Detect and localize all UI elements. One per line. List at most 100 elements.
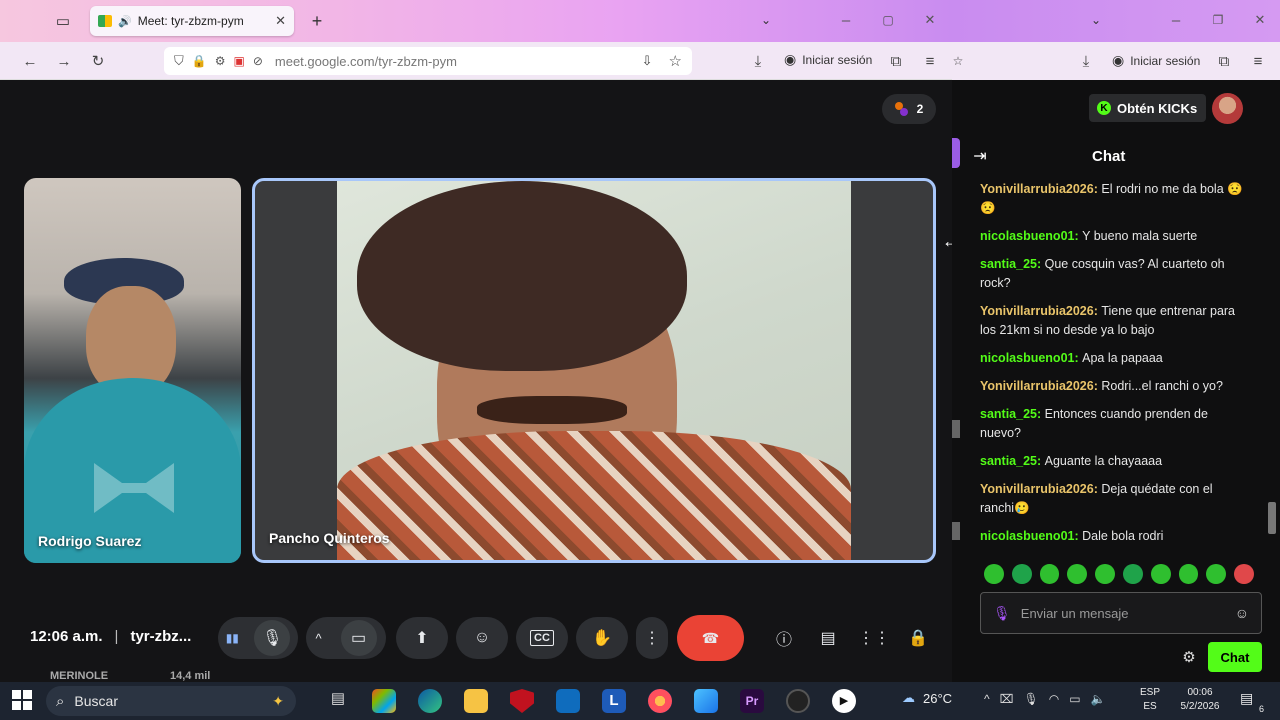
emoji-picker-icon[interactable]: ☺ bbox=[1235, 605, 1249, 621]
participants-chip[interactable]: 2 bbox=[882, 94, 936, 124]
start-windows-icon[interactable] bbox=[12, 690, 32, 710]
media-player-icon[interactable]: ▶ bbox=[832, 689, 856, 713]
restore-icon[interactable]: ❐ bbox=[1208, 10, 1228, 30]
new-tab-icon[interactable]: + bbox=[306, 10, 328, 32]
maximize-icon[interactable]: ▢ bbox=[878, 10, 898, 30]
obs-icon[interactable] bbox=[786, 689, 810, 713]
notifications-icon[interactable]: ▤ 6 bbox=[1240, 690, 1266, 714]
chat-username[interactable]: Yonivillarrubia2026 bbox=[980, 182, 1094, 196]
end-call-button[interactable]: ☎ bbox=[677, 615, 744, 661]
firefox-icon[interactable] bbox=[648, 689, 672, 713]
chat-input-box[interactable]: 🎙 Enviar un mensaje ☺ bbox=[980, 592, 1262, 634]
reload-icon[interactable]: ↻ bbox=[88, 51, 108, 71]
present-screen-button[interactable]: ⬆ bbox=[396, 617, 448, 659]
emote-icon[interactable] bbox=[984, 564, 1004, 584]
chat-username[interactable]: santia_25 bbox=[980, 407, 1037, 421]
clock[interactable]: 00:06 5/2/2026 bbox=[1176, 686, 1224, 714]
battery-icon[interactable]: ▭ bbox=[1069, 692, 1080, 706]
autoplay-blocked-icon[interactable]: ⊘ bbox=[253, 54, 263, 68]
lock-icon[interactable]: 🔒 bbox=[192, 54, 207, 68]
outlook-icon[interactable] bbox=[556, 689, 580, 713]
chat-username[interactable]: nicolasbueno01 bbox=[980, 351, 1074, 365]
signin-button[interactable]: ◉ Iniciar sesión bbox=[784, 51, 872, 68]
extensions-icon[interactable]: ⧉ bbox=[886, 51, 906, 71]
bookmark-star-icon[interactable]: ☆ bbox=[952, 51, 964, 71]
downloads-icon[interactable]: ⤓ bbox=[748, 51, 768, 71]
chat-username[interactable]: santia_25 bbox=[980, 454, 1037, 468]
meeting-details-button[interactable]: ⓘ bbox=[768, 617, 800, 659]
wifi-icon[interactable]: ◠ bbox=[1049, 692, 1059, 706]
window-close-icon[interactable]: ✕ bbox=[1250, 10, 1270, 30]
raise-hand-button[interactable]: ✋ bbox=[576, 617, 628, 659]
chat-username[interactable]: Yonivillarrubia2026 bbox=[980, 482, 1094, 496]
edge-browser-icon[interactable] bbox=[418, 689, 442, 713]
extensions-icon[interactable]: ⧉ bbox=[1214, 51, 1234, 71]
emote-icon[interactable] bbox=[1206, 564, 1227, 584]
tab-meet[interactable]: 🔊 Meet: tyr-zbzm-pym ✕ bbox=[90, 6, 294, 36]
reactions-button[interactable]: ☺ bbox=[456, 617, 508, 659]
minimize-icon[interactable]: – bbox=[836, 10, 856, 30]
volume-icon[interactable]: 🔈 bbox=[1091, 692, 1106, 706]
menu-hamburger-icon[interactable]: ≡ bbox=[920, 51, 940, 71]
permissions-icon[interactable]: ⚙ bbox=[215, 54, 226, 68]
copilot-app-icon[interactable] bbox=[372, 689, 396, 713]
downloads-icon[interactable]: ⤓ bbox=[1076, 51, 1096, 71]
camera-icon[interactable]: ▭ bbox=[340, 620, 377, 656]
minimize-icon[interactable]: – bbox=[1166, 10, 1186, 30]
user-avatar[interactable] bbox=[1212, 93, 1243, 124]
tab-overflow-chevron-icon[interactable]: ⌄ bbox=[756, 10, 776, 30]
tray-chevron-icon[interactable]: ^ bbox=[984, 692, 990, 706]
participant-tile-rodrigo[interactable]: Rodrigo Suarez bbox=[24, 178, 241, 563]
chat-settings-gear-icon[interactable]: ⚙ bbox=[1180, 648, 1198, 666]
chat-panel-button[interactable]: ▤ bbox=[812, 617, 844, 659]
microphone-icon[interactable]: 🎙 bbox=[993, 605, 1011, 622]
get-kicks-button[interactable]: K Obtén KICKs bbox=[1089, 94, 1206, 122]
chat-username[interactable]: nicolasbueno01 bbox=[980, 529, 1074, 543]
more-options-button[interactable]: ⋮ bbox=[636, 617, 668, 659]
file-explorer-icon[interactable] bbox=[464, 689, 488, 713]
usb-icon[interactable]: ⌧ bbox=[1000, 692, 1014, 706]
photos-icon[interactable] bbox=[694, 689, 718, 713]
meeting-code[interactable]: tyr-zbz... bbox=[130, 628, 191, 645]
host-controls-button[interactable]: 🔒 bbox=[902, 617, 934, 659]
bookmark-star-icon[interactable]: ☆ bbox=[669, 52, 682, 70]
weather-widget[interactable]: ☁ 26°C bbox=[902, 690, 952, 706]
emote-icon[interactable] bbox=[1150, 564, 1171, 584]
emote-icon[interactable] bbox=[1178, 564, 1199, 584]
emote-icon[interactable] bbox=[1011, 564, 1032, 584]
back-icon[interactable]: ← bbox=[20, 51, 40, 71]
emote-icon[interactable] bbox=[1095, 564, 1115, 584]
url-text[interactable]: meet.google.com/tyr-zbzm-pym bbox=[275, 54, 634, 69]
l-app-icon[interactable]: L bbox=[602, 689, 626, 713]
microphone-icon[interactable]: 🎙 bbox=[254, 620, 291, 656]
scroll-thumb[interactable] bbox=[1268, 502, 1276, 534]
language-indicator[interactable]: ESP ES bbox=[1140, 686, 1160, 714]
address-bar[interactable]: ⛉ 🔒 ⚙ ▣ ⊘ meet.google.com/tyr-zbzm-pym ⇩… bbox=[164, 47, 692, 75]
tray-mic-icon[interactable]: 🎙 bbox=[1023, 692, 1038, 706]
captions-button[interactable]: CC bbox=[516, 617, 568, 659]
task-view-icon[interactable]: ▤ bbox=[326, 689, 350, 713]
camera-options-chevron-icon[interactable]: ^ bbox=[315, 631, 321, 646]
chat-username[interactable]: Yonivillarrubia2026 bbox=[980, 304, 1094, 318]
shield-icon[interactable]: ⛉ bbox=[174, 53, 184, 69]
signin-button[interactable]: ◉ Iniciar sesión bbox=[1112, 52, 1200, 69]
premiere-pro-icon[interactable]: Pr bbox=[740, 689, 764, 713]
emote-icon[interactable] bbox=[1039, 564, 1060, 584]
chat-username[interactable]: nicolasbueno01 bbox=[980, 229, 1074, 243]
window-close-icon[interactable]: ✕ bbox=[920, 10, 940, 30]
emote-icon[interactable] bbox=[1122, 564, 1143, 584]
chat-scrollbar[interactable] bbox=[1268, 180, 1276, 546]
participant-tile-pancho[interactable]: Pancho Quinteros bbox=[252, 178, 936, 563]
forward-icon[interactable]: → bbox=[54, 51, 74, 71]
send-chat-button[interactable]: Chat bbox=[1208, 642, 1262, 672]
tab-list-icon[interactable]: ▭ bbox=[52, 10, 74, 32]
tab-overflow-chevron-icon[interactable]: ⌄ bbox=[1086, 10, 1106, 30]
menu-hamburger-icon[interactable]: ≡ bbox=[1248, 51, 1268, 71]
tab-close-icon[interactable]: ✕ bbox=[275, 13, 286, 29]
camera-blocked-icon[interactable]: ▣ bbox=[233, 54, 244, 68]
emote-icon[interactable] bbox=[1067, 564, 1088, 584]
chat-username[interactable]: Yonivillarrubia2026 bbox=[980, 379, 1094, 393]
audio-playing-icon[interactable]: 🔊 bbox=[118, 15, 132, 28]
collapse-chat-icon[interactable]: ⇥ bbox=[970, 146, 990, 166]
install-app-icon[interactable]: ⇩ bbox=[642, 53, 653, 69]
